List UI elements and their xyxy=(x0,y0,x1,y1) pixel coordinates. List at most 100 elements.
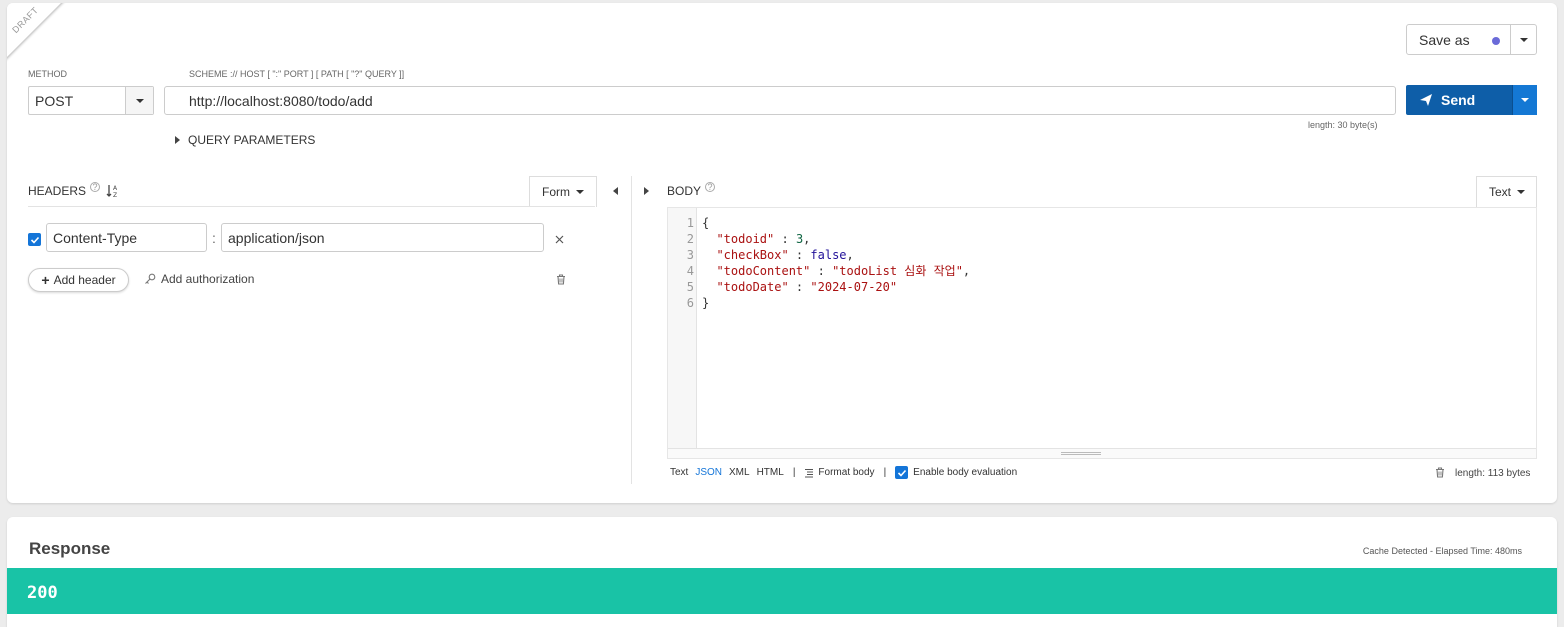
json-key: "todoDate" xyxy=(716,280,789,294)
response-meta: Cache Detected - Elapsed Time: 480ms xyxy=(1362,546,1522,556)
json-key: "todoContent" xyxy=(716,264,811,278)
remove-header-icon[interactable] xyxy=(555,235,564,244)
sort-az-icon[interactable]: A Z xyxy=(106,184,119,198)
enable-eval-label: Enable body evaluation xyxy=(913,467,1018,478)
send-label: Send xyxy=(1441,92,1476,108)
request-panel: DRAFT Save as METHOD POST SCHEME :// HOS… xyxy=(7,3,1557,503)
format-text-link[interactable]: Text xyxy=(670,467,688,478)
format-align-icon xyxy=(805,468,814,477)
svg-text:Z: Z xyxy=(113,192,117,198)
chevron-down-icon xyxy=(135,98,144,103)
send-button-group: Send xyxy=(1406,85,1537,115)
json-key: "checkBox" xyxy=(716,248,789,262)
line-number: 1 xyxy=(686,216,694,230)
json-value: false xyxy=(810,248,847,262)
json-value: "todoList 심화 작업" xyxy=(832,264,963,278)
header-enabled-checkbox[interactable] xyxy=(28,233,41,246)
headers-divider xyxy=(28,206,595,207)
help-icon[interactable]: ? xyxy=(90,182,101,192)
help-icon[interactable]: ? xyxy=(705,182,716,192)
collapse-left-icon[interactable] xyxy=(613,187,618,195)
format-xml-link[interactable]: XML xyxy=(729,467,750,478)
headers-mode-label: Form xyxy=(542,185,570,199)
url-length: length: 30 byte(s) xyxy=(1308,120,1378,130)
save-as-button-group: Save as xyxy=(1406,24,1537,55)
header-name-input[interactable]: Content-Type xyxy=(46,223,207,252)
body-editor[interactable]: 1 2 3 4 5 6 { "todoid" : 3, "checkBox" :… xyxy=(667,207,1537,459)
save-as-button[interactable]: Save as xyxy=(1407,25,1510,54)
code-line: "todoid" : 3, xyxy=(716,232,811,246)
headers-mode-dropdown[interactable]: Form xyxy=(529,176,597,207)
body-length: length: 113 bytes xyxy=(1455,468,1531,479)
format-body-label: Format body xyxy=(818,467,875,478)
line-number-gutter: 1 2 3 4 5 6 xyxy=(668,208,697,448)
footer-separator: | xyxy=(883,467,887,478)
svg-text:A: A xyxy=(113,185,118,192)
line-number: 4 xyxy=(686,264,694,278)
trash-icon[interactable] xyxy=(556,274,566,285)
chevron-down-icon xyxy=(576,190,584,194)
enable-body-evaluation-toggle[interactable]: Enable body evaluation xyxy=(895,466,1017,479)
body-title-label: BODY xyxy=(667,184,702,198)
plus-icon: + xyxy=(41,272,50,288)
headers-title-label: HEADERS xyxy=(28,184,87,198)
body-mode-label: Text xyxy=(1489,185,1512,199)
json-key: "todoid" xyxy=(716,232,775,246)
save-as-dropdown-button[interactable] xyxy=(1510,25,1536,54)
header-separator: : xyxy=(212,230,216,246)
code-line: "checkBox" : false, xyxy=(716,248,854,262)
url-input[interactable]: http://localhost:8080/todo/add xyxy=(164,86,1396,115)
enable-eval-checkbox[interactable] xyxy=(895,466,909,479)
line-number: 6 xyxy=(686,296,694,310)
send-icon xyxy=(1420,94,1432,106)
send-button[interactable]: Send xyxy=(1406,85,1512,115)
chevron-down-icon xyxy=(1519,37,1528,42)
method-value: POST xyxy=(35,92,74,109)
panel-splitter[interactable] xyxy=(631,176,632,484)
draft-ribbon: DRAFT xyxy=(7,3,73,69)
add-header-label: Add header xyxy=(53,273,116,287)
editor-resize-handle[interactable] xyxy=(668,448,1536,458)
url-format-label: SCHEME :// HOST [ ":" PORT ] [ PATH [ "?… xyxy=(189,69,405,79)
query-parameters-toggle[interactable]: QUERY PARAMETERS xyxy=(175,133,315,147)
body-title: BODY ? xyxy=(667,182,716,198)
line-number: 5 xyxy=(686,280,694,294)
status-bar: 200 xyxy=(7,568,1557,614)
key-icon xyxy=(145,273,156,284)
code-line: "todoContent" : "todoList 심화 작업", xyxy=(716,264,971,278)
method-dropdown-button[interactable] xyxy=(125,87,153,114)
headers-title: HEADERS ? A Z xyxy=(28,182,119,198)
unsaved-indicator-icon xyxy=(1492,37,1500,45)
check-icon xyxy=(30,236,39,244)
add-authorization-link[interactable]: Add authorization xyxy=(144,272,254,286)
clear-body-trash-icon[interactable] xyxy=(1435,467,1445,478)
query-parameters-label: QUERY PARAMETERS xyxy=(188,133,316,147)
chevron-down-icon xyxy=(1517,190,1526,194)
method-select[interactable]: POST xyxy=(28,86,154,115)
expand-arrow-icon xyxy=(175,136,180,144)
header-value-input[interactable]: application/json xyxy=(221,223,544,252)
code-line: { xyxy=(702,216,710,230)
body-footer: Text JSON XML HTML | Format body | Enabl… xyxy=(670,466,1017,479)
format-html-link[interactable]: HTML xyxy=(757,467,784,478)
add-authorization-label: Add authorization xyxy=(161,272,255,286)
status-code: 200 xyxy=(27,583,58,603)
send-dropdown-button[interactable] xyxy=(1512,85,1537,115)
code-line: "todoDate" : "2024-07-20" xyxy=(716,280,898,294)
code-line: } xyxy=(702,296,710,310)
response-title: Response xyxy=(29,539,111,558)
format-json-link[interactable]: JSON xyxy=(695,467,722,478)
body-mode-dropdown[interactable]: Text xyxy=(1476,176,1537,207)
footer-separator: | xyxy=(792,467,796,478)
collapse-right-icon[interactable] xyxy=(644,187,649,195)
save-as-label: Save as xyxy=(1419,31,1470,48)
line-number: 3 xyxy=(686,248,694,262)
method-label: METHOD xyxy=(28,69,67,79)
add-header-button[interactable]: + Add header xyxy=(28,268,129,292)
response-panel: Response Cache Detected - Elapsed Time: … xyxy=(7,517,1557,627)
check-icon xyxy=(897,469,906,477)
line-number: 2 xyxy=(686,232,694,246)
json-value: "2024-07-20" xyxy=(810,280,898,294)
chevron-down-icon xyxy=(1521,98,1529,102)
format-body-button[interactable]: Format body xyxy=(804,467,875,478)
